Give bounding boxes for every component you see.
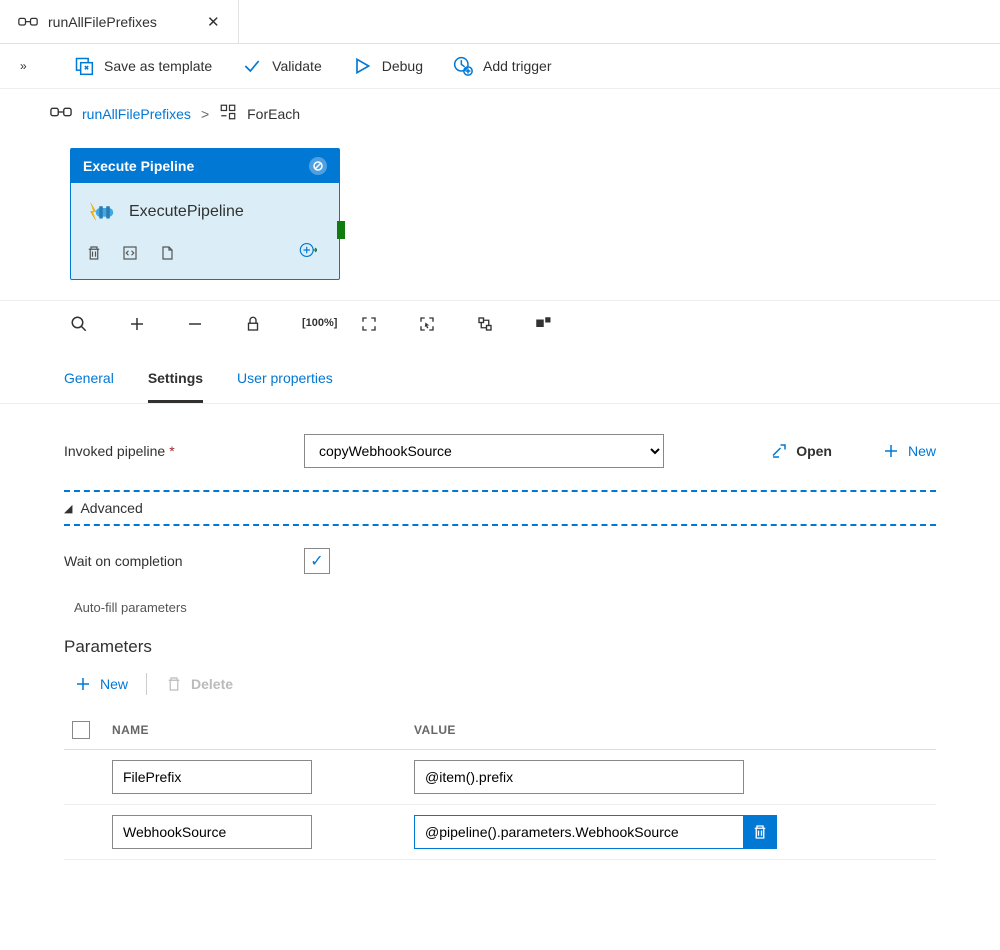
- activity-name: ExecutePipeline: [129, 203, 244, 221]
- code-icon[interactable]: [121, 244, 139, 265]
- clear-value-icon[interactable]: [743, 815, 777, 849]
- tab-title: runAllFilePrefixes: [48, 14, 157, 30]
- table-row: [64, 805, 936, 860]
- settings-panel: Invoked pipeline* copyWebhookSource Open…: [0, 404, 1000, 890]
- design-canvas[interactable]: Execute Pipeline ExecutePipeline: [0, 138, 1000, 300]
- save-as-template-button[interactable]: Save as template: [74, 56, 212, 76]
- param-value-input[interactable]: [414, 760, 744, 794]
- close-icon[interactable]: ✕: [207, 13, 220, 31]
- wait-on-completion-checkbox[interactable]: ✓: [304, 548, 330, 574]
- zoom-100-icon[interactable]: [100%]: [302, 317, 320, 335]
- tab-settings[interactable]: Settings: [148, 362, 203, 403]
- zoom-in-icon[interactable]: [70, 315, 88, 336]
- minimap-icon[interactable]: [534, 315, 552, 336]
- expand-chevron-icon[interactable]: »: [20, 59, 34, 73]
- caret-down-icon: ◢: [64, 502, 72, 515]
- tab-general[interactable]: General: [64, 362, 114, 403]
- param-name-input[interactable]: [112, 760, 312, 794]
- add-output-icon[interactable]: [299, 241, 325, 267]
- invoked-pipeline-select[interactable]: copyWebhookSource: [304, 434, 664, 468]
- new-parameter-button[interactable]: New: [74, 675, 128, 693]
- pipeline-icon: [18, 15, 38, 29]
- validate-button[interactable]: Validate: [242, 56, 322, 76]
- lock-icon[interactable]: [244, 315, 262, 336]
- add-trigger-button[interactable]: Add trigger: [453, 56, 551, 76]
- debug-button[interactable]: Debug: [352, 56, 423, 76]
- breadcrumb-current: ForEach: [247, 106, 300, 122]
- activity-card[interactable]: Execute Pipeline ExecutePipeline: [70, 148, 340, 280]
- column-name: NAME: [104, 711, 406, 750]
- copy-icon[interactable]: [157, 244, 175, 265]
- delete-icon[interactable]: [85, 244, 103, 265]
- column-value: VALUE: [406, 711, 936, 750]
- parameters-table: NAME VALUE: [64, 711, 936, 860]
- activity-menu-icon[interactable]: [309, 157, 327, 175]
- autofill-parameters-button[interactable]: Auto-fill parameters: [64, 596, 936, 619]
- new-pipeline-button[interactable]: New: [882, 442, 936, 460]
- minus-icon[interactable]: [186, 315, 204, 336]
- advanced-section-toggle[interactable]: ◢ Advanced: [64, 490, 936, 526]
- parameters-heading: Parameters: [64, 637, 936, 657]
- execute-pipeline-icon: [87, 201, 115, 223]
- select-all-checkbox[interactable]: [72, 721, 90, 739]
- breadcrumb-root[interactable]: runAllFilePrefixes: [82, 106, 191, 122]
- activity-type-label: Execute Pipeline: [83, 158, 194, 174]
- auto-layout-icon[interactable]: [476, 315, 494, 336]
- delete-parameter-button: Delete: [165, 675, 233, 693]
- pipeline-toolbar: » Save as template Validate Debug Add tr…: [0, 44, 1000, 89]
- fit-screen-icon[interactable]: [360, 315, 378, 336]
- param-value-input[interactable]: [414, 815, 744, 849]
- foreach-icon: [219, 103, 237, 124]
- table-row: [64, 750, 936, 805]
- add-icon[interactable]: [128, 315, 146, 336]
- fullscreen-select-icon[interactable]: [418, 315, 436, 336]
- open-pipeline-button[interactable]: Open: [770, 442, 832, 460]
- tab-user-properties[interactable]: User properties: [237, 362, 333, 403]
- editor-tabbar: runAllFilePrefixes ✕: [0, 0, 1000, 44]
- connection-handle[interactable]: [337, 221, 345, 239]
- breadcrumb-separator: >: [201, 106, 209, 122]
- wait-on-completion-label: Wait on completion: [64, 553, 284, 569]
- pipeline-icon: [50, 104, 72, 123]
- detail-tabs: General Settings User properties: [0, 350, 1000, 404]
- invoked-pipeline-label: Invoked pipeline*: [64, 443, 284, 459]
- param-name-input[interactable]: [112, 815, 312, 849]
- canvas-zoom-toolbar: [100%]: [0, 300, 1000, 350]
- breadcrumb: runAllFilePrefixes > ForEach: [0, 89, 1000, 138]
- activity-card-header: Execute Pipeline: [71, 149, 339, 183]
- editor-tab[interactable]: runAllFilePrefixes ✕: [0, 0, 239, 44]
